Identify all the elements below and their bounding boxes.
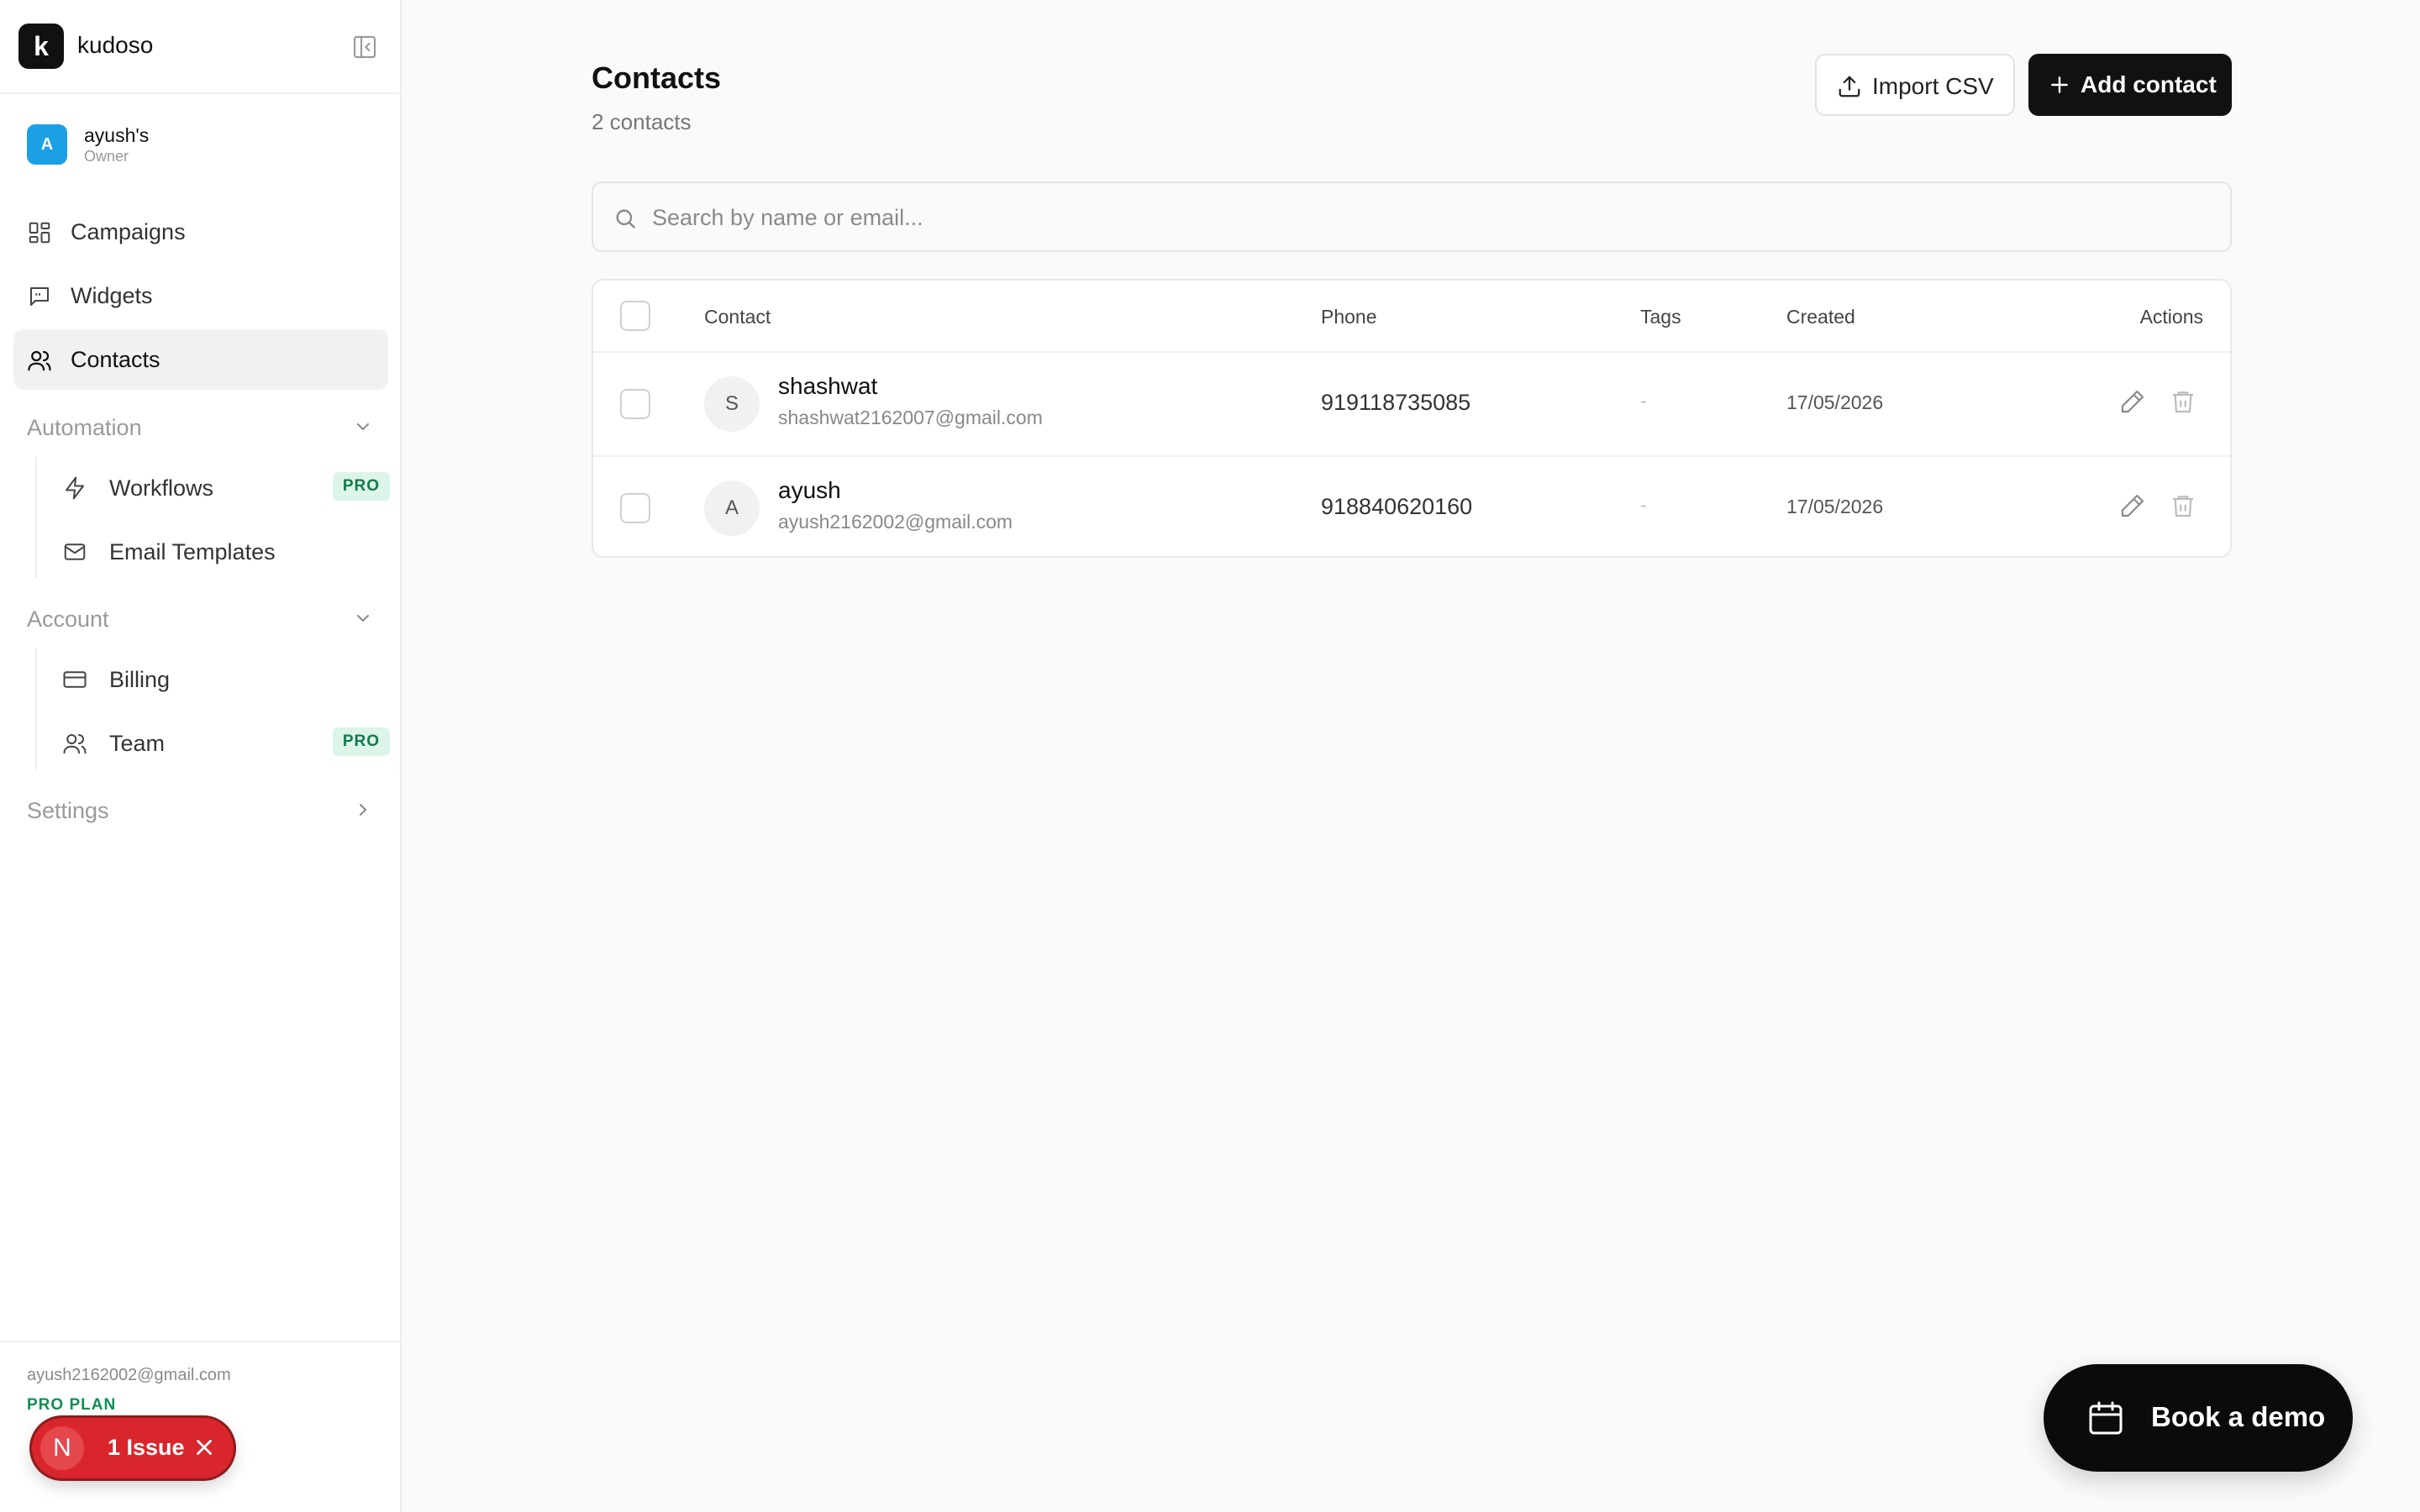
sidebar-item-billing[interactable]: Billing [50, 648, 390, 709]
sidebar-item-workflows[interactable]: Workflows PRO [50, 457, 390, 517]
message-quote-icon [30, 287, 49, 306]
account-subitems: Billing Team PRO [35, 648, 390, 769]
contact-email: ayush2162002@gmail.com [778, 511, 1013, 533]
sidebar-item-campaigns[interactable]: Campaigns [13, 202, 388, 262]
search-icon [616, 209, 635, 228]
sidebar-collapse-icon[interactable] [351, 34, 378, 60]
upload-icon [1839, 76, 1860, 97]
sidebar-item-label: Email Templates [109, 539, 276, 564]
issues-badge[interactable]: N 1 Issue [32, 1418, 234, 1478]
add-contact-label: Add contact [2081, 71, 2217, 97]
column-header-phone[interactable]: Phone [1321, 306, 1377, 328]
table-row[interactable]: S shashwat shashwat2162007@gmail.com 919… [593, 353, 2230, 455]
page-title: Contacts [592, 60, 722, 95]
sidebar-item-email-templates[interactable]: Email Templates [50, 521, 390, 581]
sidebar-item-label: Widgets [71, 282, 153, 308]
import-csv-button[interactable]: Import CSV [1815, 54, 2015, 116]
brand-name[interactable]: kudoso [77, 32, 153, 59]
contact-created: 17/05/2026 [1786, 391, 1884, 413]
search-input[interactable] [652, 197, 2207, 239]
app-root: k kudoso A ayush's Owner Campaigns Widge… [0, 0, 2420, 1512]
team-icon [63, 734, 87, 754]
contact-phone: 919118735085 [1321, 390, 1471, 415]
contact-name: ayush [778, 477, 841, 503]
contact-phone: 918840620160 [1321, 494, 1473, 519]
row-checkbox[interactable] [620, 389, 650, 419]
contact-name: shashwat [778, 373, 878, 399]
pro-badge: PRO [332, 472, 390, 501]
table-row[interactable]: A ayush ayush2162002@gmail.com 918840620… [593, 455, 2230, 556]
sidebar-item-label: Billing [109, 667, 171, 692]
book-demo-button[interactable]: Book a demo [2044, 1364, 2353, 1472]
avatar: A [704, 480, 760, 536]
zap-icon [66, 476, 84, 500]
sidebar-item-label: Team [109, 731, 166, 756]
section-label: Automation [27, 415, 142, 440]
trash-icon[interactable] [2170, 492, 2196, 519]
row-checkbox[interactable] [620, 493, 650, 523]
sidebar: k kudoso A ayush's Owner Campaigns Widge… [0, 0, 402, 1512]
add-contact-button[interactable]: Add contact [2028, 54, 2232, 116]
workspace-role: Owner [84, 148, 129, 165]
column-header-tags[interactable]: Tags [1640, 306, 1681, 328]
contact-created: 17/05/2026 [1786, 496, 1884, 517]
section-settings[interactable]: Settings [13, 786, 388, 833]
section-label: Settings [27, 798, 109, 823]
brand-logo[interactable]: k [18, 24, 64, 69]
book-demo-label: Book a demo [2151, 1401, 2326, 1432]
column-header-actions: Actions [2139, 306, 2203, 328]
contact-count: 2 contacts [592, 109, 692, 134]
contact-email: shashwat2162007@gmail.com [778, 407, 1043, 428]
mail-icon [64, 543, 86, 560]
chevron-down-icon [357, 423, 369, 431]
chevron-down-icon [357, 615, 369, 622]
calendar-icon [2089, 1401, 2123, 1435]
contact-tags: - [1640, 390, 1647, 412]
sidebar-item-widgets[interactable]: Widgets [13, 265, 388, 326]
column-header-created[interactable]: Created [1786, 306, 1855, 328]
sidebar-item-label: Contacts [71, 346, 160, 372]
column-header-contact[interactable]: Contact [704, 306, 771, 328]
brand-header: k kudoso [0, 0, 402, 94]
automation-subitems: Workflows PRO Email Templates [35, 457, 390, 581]
credit-card-icon [63, 671, 87, 688]
chevron-right-icon [360, 804, 367, 816]
contact-tags: - [1640, 494, 1647, 516]
trash-icon[interactable] [2170, 388, 2196, 415]
edit-icon[interactable] [2119, 492, 2146, 519]
plan-label: PRO PLAN [27, 1396, 117, 1414]
sidebar-item-label: Campaigns [71, 218, 186, 244]
issue-count: 1 Issue [108, 1435, 185, 1460]
section-automation[interactable]: Automation [13, 403, 388, 450]
user-email: ayush2162002@gmail.com [27, 1366, 231, 1384]
section-account[interactable]: Account [13, 595, 388, 642]
search-bar [592, 181, 2232, 252]
section-label: Account [27, 606, 109, 632]
nextjs-logo-icon: N [40, 1426, 84, 1470]
close-icon[interactable] [192, 1435, 217, 1460]
contacts-table: Contact Phone Tags Created Actions S sha… [592, 279, 2232, 558]
edit-icon[interactable] [2119, 388, 2146, 415]
sidebar-item-team[interactable]: Team PRO [50, 712, 390, 773]
sidebar-item-label: Workflows [109, 475, 214, 501]
select-all-checkbox[interactable] [620, 301, 650, 331]
workspace-name: ayush's [84, 124, 150, 146]
import-csv-label: Import CSV [1872, 73, 1994, 99]
plus-icon [2051, 76, 2068, 93]
avatar: S [704, 376, 760, 432]
layout-grid-icon [29, 222, 50, 244]
pro-badge: PRO [332, 727, 390, 756]
workspace-avatar: A [27, 124, 67, 165]
sidebar-item-contacts[interactable]: Contacts [13, 329, 388, 390]
table-header: Contact Phone Tags Created Actions [593, 281, 2230, 353]
users-icon [28, 350, 51, 371]
